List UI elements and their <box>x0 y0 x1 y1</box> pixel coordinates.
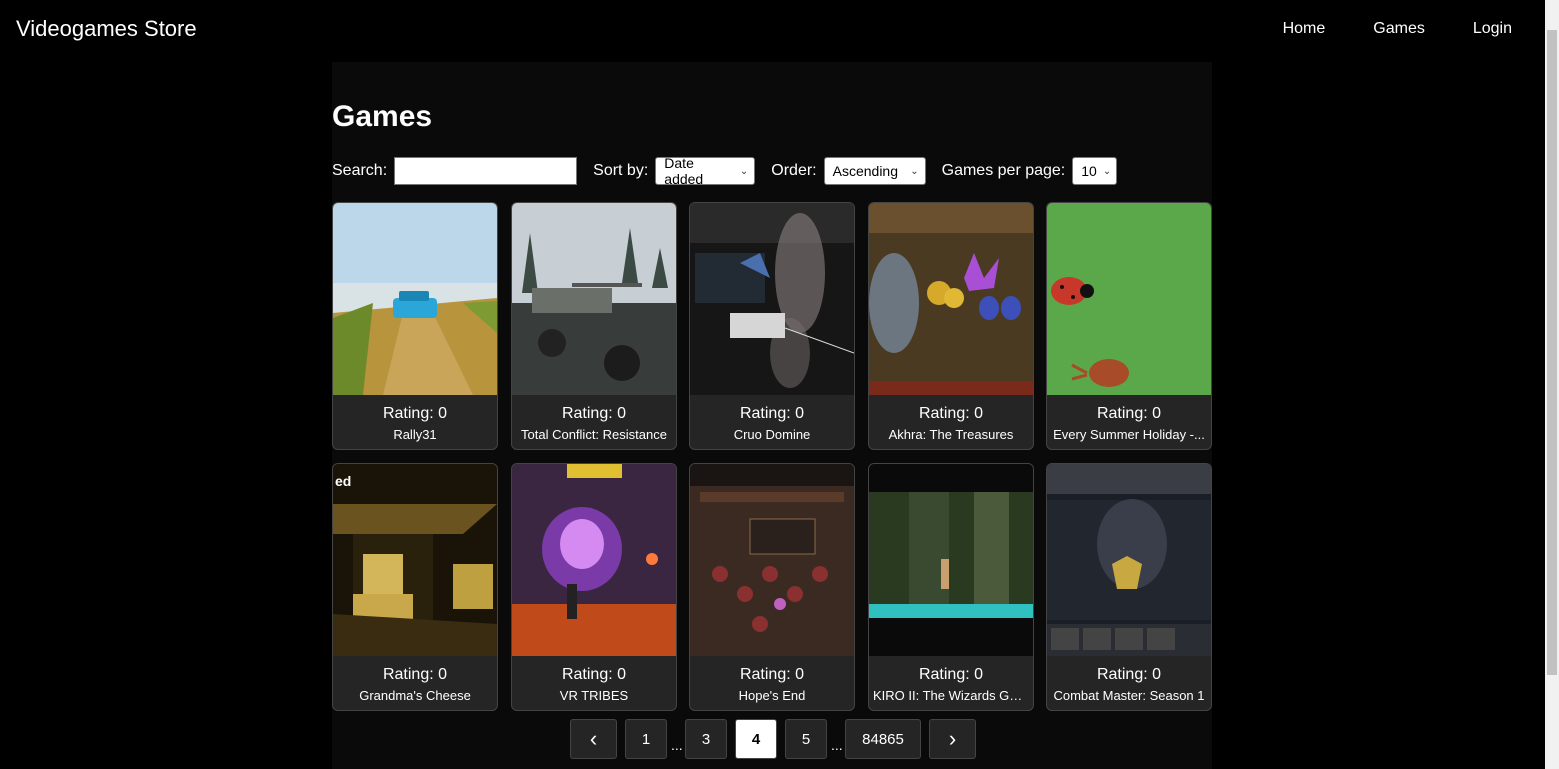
pagination: ‹ 1 ... 3 4 5 ... 84865 › <box>570 719 984 759</box>
pagination-ellipsis: ... <box>831 737 843 753</box>
game-rating: Rating: 0 <box>739 405 805 422</box>
game-thumbnail <box>512 464 676 656</box>
game-thumbnail <box>869 464 1033 656</box>
prev-page-button[interactable]: ‹ <box>570 719 617 759</box>
filter-bar: Search: Sort by: Date added ⌄ Order: Asc… <box>332 155 1118 187</box>
per-page-select-value: 10 <box>1081 163 1097 179</box>
navbar: Videogames Store Home Games Login <box>0 0 1545 62</box>
game-name: VR TRIBES <box>559 688 629 703</box>
game-card-total-conflict[interactable]: Rating: 0 Total Conflict: Resistance <box>511 202 677 450</box>
game-name: Every Summer Holiday -... <box>1053 427 1205 442</box>
game-rating: Rating: 0 <box>382 666 448 683</box>
game-thumbnail: ed <box>333 464 497 656</box>
page-button-3[interactable]: 3 <box>685 719 727 759</box>
game-card-every-summer-holiday[interactable]: Rating: 0 Every Summer Holiday -... <box>1046 202 1212 450</box>
pagination-ellipsis: ... <box>671 737 683 753</box>
game-card-combat-master[interactable]: Rating: 0 Combat Master: Season 1 <box>1046 463 1212 711</box>
game-rating: Rating: 0 <box>918 405 984 422</box>
search-label: Search: <box>332 162 388 179</box>
page-title: Games <box>332 100 433 133</box>
game-thumbnail <box>690 203 854 395</box>
game-rating: Rating: 0 <box>739 666 805 683</box>
per-page-select[interactable]: 10 ⌄ <box>1072 157 1118 185</box>
game-rating: Rating: 0 <box>1096 405 1162 422</box>
game-card-grandmas-cheese[interactable]: ed Rating: 0 Grandma's Cheese <box>332 463 498 711</box>
game-card-hopes-end[interactable]: Rating: 0 Hope's End <box>689 463 855 711</box>
next-page-button[interactable]: › <box>929 719 976 759</box>
order-select-value: Ascending <box>832 163 899 179</box>
game-name: Grandma's Cheese <box>359 688 471 703</box>
game-name: Combat Master: Season 1 <box>1053 688 1205 703</box>
page-button-1[interactable]: 1 <box>625 719 667 759</box>
game-rating: Rating: 0 <box>561 666 627 683</box>
nav-link-home[interactable]: Home <box>1283 20 1326 38</box>
game-card-kiro-ii[interactable]: Rating: 0 KIRO II: The Wizards Guild <box>868 463 1034 711</box>
nav-links: Home Games Login <box>1283 20 1512 38</box>
game-card-rally31[interactable]: Rating: 0 Rally31 <box>332 202 498 450</box>
game-name: KIRO II: The Wizards Guild <box>873 688 1029 703</box>
game-thumbnail <box>512 203 676 395</box>
game-rating: Rating: 0 <box>382 405 448 422</box>
order-label: Order: <box>771 162 817 179</box>
game-name: Hope's End <box>738 688 806 703</box>
chevron-down-icon: ⌄ <box>739 165 749 177</box>
game-thumbnail <box>869 203 1033 395</box>
game-name: Akhra: The Treasures <box>888 427 1014 442</box>
sort-select[interactable]: Date added ⌄ <box>655 155 756 187</box>
page-button-last[interactable]: 84865 <box>845 719 921 759</box>
chevron-left-icon: ‹ <box>589 726 598 751</box>
chevron-right-icon: › <box>948 726 957 751</box>
game-card-akhra[interactable]: Rating: 0 Akhra: The Treasures <box>868 202 1034 450</box>
page-button-5[interactable]: 5 <box>785 719 827 759</box>
brand-logo[interactable]: Videogames Store <box>16 16 197 42</box>
page-button-4-current[interactable]: 4 <box>735 719 777 759</box>
game-name: Rally31 <box>393 427 437 442</box>
game-thumbnail <box>1047 203 1211 395</box>
order-select[interactable]: Ascending ⌄ <box>823 157 926 185</box>
game-thumbnail <box>690 464 854 656</box>
search-input[interactable] <box>394 157 578 185</box>
game-name: Cruo Domine <box>733 427 811 442</box>
nav-link-login[interactable]: Login <box>1473 20 1512 38</box>
game-name: Total Conflict: Resistance <box>521 427 667 442</box>
sort-select-value: Date added <box>664 155 704 187</box>
game-rating: Rating: 0 <box>918 666 984 683</box>
sort-label: Sort by: <box>593 162 649 179</box>
per-page-label: Games per page: <box>941 162 1066 179</box>
game-rating: Rating: 0 <box>561 405 627 422</box>
scrollbar-thumb[interactable] <box>1547 30 1557 675</box>
game-thumbnail <box>333 203 497 395</box>
page-scrollbar[interactable] <box>1545 0 1559 769</box>
game-card-cruo-domine[interactable]: Rating: 0 Cruo Domine <box>689 202 855 450</box>
main-content: Games Search: Sort by: Date added ⌄ Orde… <box>332 62 1212 769</box>
game-rating: Rating: 0 <box>1096 666 1162 683</box>
svg-text:ed: ed <box>335 473 351 489</box>
chevron-down-icon: ⌄ <box>910 165 919 177</box>
nav-link-games[interactable]: Games <box>1373 20 1425 38</box>
game-thumbnail <box>1047 464 1211 656</box>
game-card-vr-tribes[interactable]: Rating: 0 VR TRIBES <box>511 463 677 711</box>
chevron-down-icon: ⌄ <box>1102 165 1112 177</box>
